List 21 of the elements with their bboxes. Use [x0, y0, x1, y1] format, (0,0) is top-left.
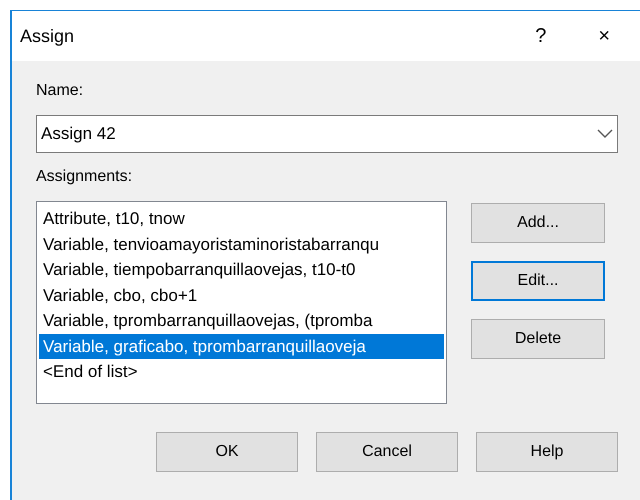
- list-item[interactable]: Variable, tiempobarranquillaovejas, t10-t0: [39, 257, 444, 282]
- list-action-button[interactable]: Edit...: [471, 261, 605, 301]
- name-value: Assign 42: [41, 121, 597, 147]
- assignments-label: Assignments:: [36, 167, 134, 187]
- dialog-button[interactable]: OK: [156, 432, 298, 472]
- help-button[interactable]: ?: [535, 26, 546, 46]
- name-label: Name:: [36, 81, 84, 101]
- list-action-button[interactable]: Add...: [471, 203, 605, 243]
- list-item[interactable]: <End of list>: [39, 359, 444, 384]
- list-action-button[interactable]: Delete: [471, 319, 605, 359]
- list-item[interactable]: Variable, tprombarranquillaovejas, (tpromba: [39, 308, 444, 334]
- list-item[interactable]: Variable, cbo, cbo+1: [39, 282, 444, 308]
- close-button[interactable]: ×: [598, 26, 610, 46]
- list-item[interactable]: Variable, graficabo, tprombarranquillaoveja: [39, 334, 444, 359]
- name-combo-box[interactable]: Assign 42: [36, 115, 618, 153]
- list-item[interactable]: Attribute, t10, tnow: [39, 206, 444, 232]
- window-title: Assign: [20, 24, 74, 48]
- dialog-button[interactable]: Cancel: [316, 432, 458, 472]
- dialog-button[interactable]: Help: [476, 432, 618, 472]
- dropdown-chevron-icon: [597, 129, 613, 139]
- list-item[interactable]: Variable, tenvioamayoristaminoristabarranqu: [39, 232, 444, 257]
